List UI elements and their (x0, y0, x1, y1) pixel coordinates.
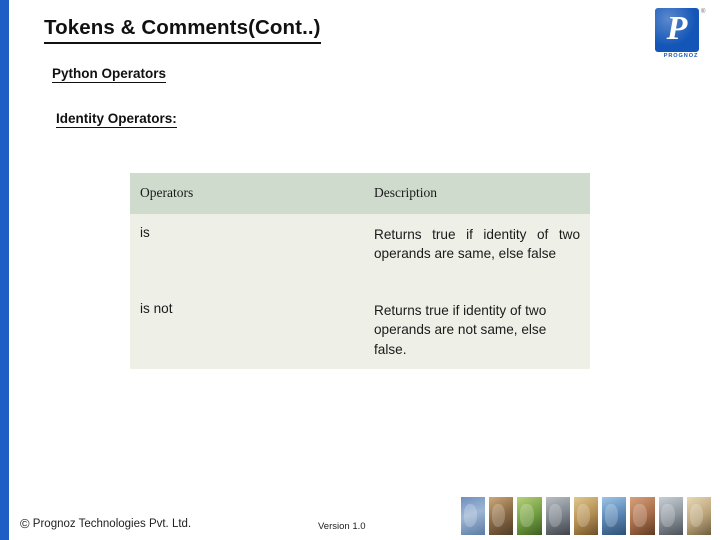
photo-thumbnail (488, 496, 515, 536)
page-title: Tokens & Comments(Cont..) (44, 16, 321, 44)
prognoz-logo: P ® PROGNOZ (655, 8, 711, 64)
cell-operator-is: is (130, 214, 360, 290)
logo-letter-p-icon: P (666, 10, 688, 47)
column-header-operators: Operators (130, 173, 360, 214)
registered-trademark-icon: ® (701, 9, 706, 15)
cell-description-is: Returns true if identity of two operands… (360, 214, 590, 290)
slide: Tokens & Comments(Cont..) P ® PROGNOZ Py… (0, 0, 720, 540)
left-accent-bar (0, 0, 9, 540)
photo-thumbnail (629, 496, 656, 536)
table-header-row: Operators Description (130, 173, 590, 214)
footer-copyright: © Prognoz Technologies Pvt. Ltd. (20, 516, 191, 531)
footer-photo-strip (460, 496, 712, 536)
photo-thumbnail (572, 496, 600, 536)
photo-thumbnail (544, 496, 571, 536)
column-header-description: Description (360, 173, 590, 214)
table-row: is not Returns true if identity of two o… (130, 290, 590, 369)
photo-thumbnail (516, 496, 543, 536)
section-heading: Python Operators (52, 66, 167, 83)
photo-thumbnail (601, 496, 628, 536)
photo-thumbnail (460, 496, 487, 536)
logo-wordmark: PROGNOZ (663, 53, 699, 59)
left-accent-bar-inner (9, 0, 13, 540)
footer-version: Version 1.0 (318, 521, 366, 532)
footer-copyright-text: Prognoz Technologies Pvt. Ltd. (32, 518, 192, 530)
photo-thumbnail (685, 496, 712, 536)
photo-thumbnail (657, 496, 684, 536)
sub-heading: Identity Operators: (56, 111, 177, 128)
table-row: is Returns true if identity of two opera… (130, 214, 590, 290)
cell-operator-is-not: is not (130, 290, 360, 369)
copyright-icon: © (20, 516, 30, 531)
cell-description-is-not: Returns true if identity of two operands… (360, 290, 590, 369)
identity-operators-table: Operators Description is Returns true if… (130, 173, 590, 369)
